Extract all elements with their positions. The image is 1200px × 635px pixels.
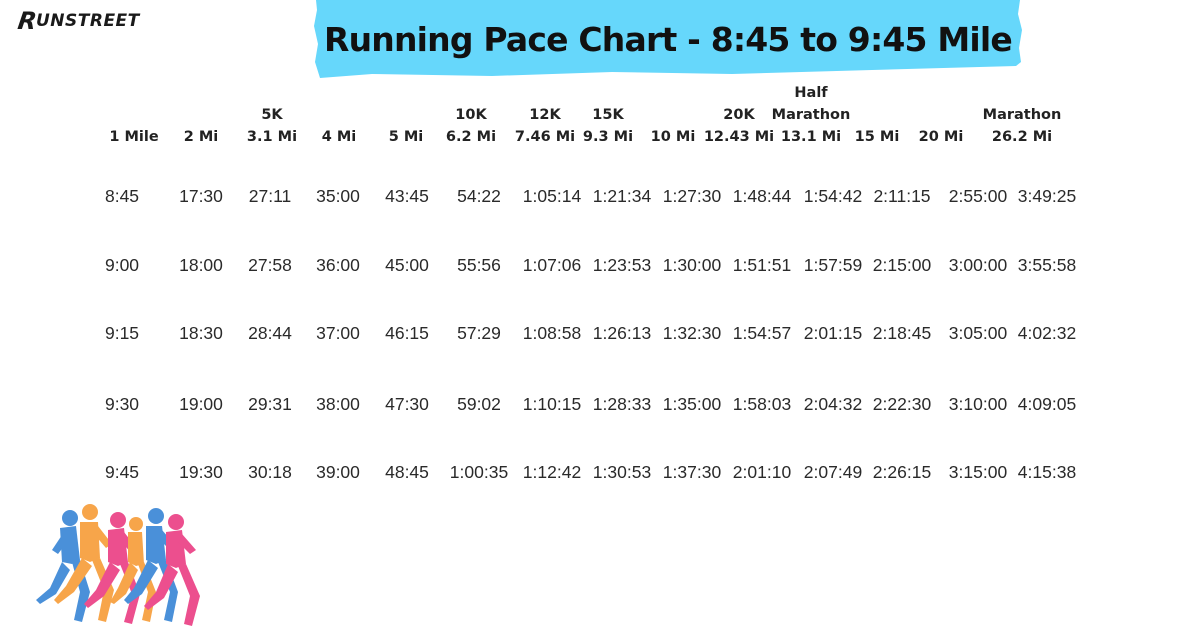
pace-cell-r0-c5: 54:22: [457, 186, 501, 206]
pace-cell-r3-c9: 1:58:03: [732, 394, 792, 414]
pace-cell-r3-c11: 2:22:30: [872, 394, 932, 414]
page-title: Running Pace Chart - 8:45 to 9:45 Mile: [323, 20, 1013, 59]
pace-cell-r3-c13: 4:09:05: [1017, 394, 1077, 414]
pace-cell-r4-c5: 1:00:35: [449, 462, 509, 482]
pace-cell-r0-c7: 1:21:34: [592, 186, 652, 206]
pace-cell-r4-c8: 1:37:30: [662, 462, 722, 482]
pace-cell-r2-c7: 1:26:13: [592, 323, 652, 343]
pace-cell-r2-c5: 57:29: [457, 323, 501, 343]
pace-cell-r3-c2: 29:31: [248, 394, 292, 414]
logo-text: UNSTREET: [35, 11, 140, 31]
pace-cell-r2-c11: 2:18:45: [872, 323, 932, 343]
pace-cell-r4-c2: 30:18: [248, 462, 292, 482]
pace-cell-r1-c2: 27:58: [248, 255, 292, 275]
pace-cell-r2-c12: 3:05:00: [948, 323, 1008, 343]
pace-cell-r4-c4: 48:45: [385, 462, 429, 482]
pace-cell-r0-c1: 17:30: [179, 186, 223, 206]
column-header-10-line-2: 13.1 Mi: [780, 129, 842, 145]
logo-mark: R: [16, 7, 39, 35]
pace-cell-r0-c11: 2:11:15: [873, 186, 931, 206]
pace-cell-r1-c1: 18:00: [179, 255, 223, 275]
column-header-7-line-0: 15K: [592, 107, 624, 123]
pace-cell-r4-c7: 1:30:53: [592, 462, 652, 482]
pace-cell-r3-c12: 3:10:00: [948, 394, 1008, 414]
pace-cell-r1-c11: 2:15:00: [872, 255, 932, 275]
column-header-9-line-0: 20K: [723, 107, 755, 123]
pace-cell-r0-c0: 8:45: [104, 186, 140, 206]
column-header-9-line-1: 12.43 Mi: [703, 129, 775, 145]
pace-cell-r4-c1: 19:30: [179, 462, 223, 482]
pace-cell-r3-c5: 59:02: [457, 394, 501, 414]
pace-cell-r1-c12: 3:00:00: [948, 255, 1008, 275]
pace-cell-r0-c3: 35:00: [316, 186, 360, 206]
pace-cell-r1-c0: 9:00: [104, 255, 140, 275]
pace-cell-r2-c10: 2:01:15: [803, 323, 863, 343]
column-header-8-line-0: 10 Mi: [650, 129, 696, 145]
pace-cell-r0-c4: 43:45: [385, 186, 429, 206]
pace-cell-r3-c7: 1:28:33: [592, 394, 652, 414]
pace-cell-r4-c9: 2:01:10: [732, 462, 792, 482]
column-header-6-line-1: 7.46 Mi: [514, 129, 576, 145]
pace-cell-r0-c8: 1:27:30: [662, 186, 722, 206]
column-header-10-line-1: Marathon: [771, 107, 851, 123]
pace-cell-r2-c4: 46:15: [385, 323, 429, 343]
pace-cell-r1-c13: 3:55:58: [1017, 255, 1077, 275]
pace-cell-r3-c8: 1:35:00: [662, 394, 722, 414]
pace-cell-r4-c12: 3:15:00: [948, 462, 1008, 482]
pace-cell-r1-c6: 1:07:06: [522, 255, 582, 275]
column-header-10-line-0: Half: [794, 85, 828, 101]
column-header-4-line-0: 5 Mi: [388, 129, 424, 145]
pace-cell-r4-c13: 4:15:38: [1017, 462, 1077, 482]
pace-cell-r2-c9: 1:54:57: [732, 323, 792, 343]
pace-cell-r1-c5: 55:56: [457, 255, 501, 275]
column-header-7-line-1: 9.3 Mi: [582, 129, 634, 145]
pace-cell-r3-c0: 9:30: [104, 394, 140, 414]
pace-cell-r2-c1: 18:30: [179, 323, 223, 343]
column-header-2-line-1: 3.1 Mi: [246, 129, 298, 145]
pace-cell-r3-c1: 19:00: [179, 394, 223, 414]
pace-cell-r3-c3: 38:00: [316, 394, 360, 414]
pace-cell-r3-c6: 1:10:15: [522, 394, 582, 414]
column-header-1-line-0: 2 Mi: [183, 129, 219, 145]
pace-cell-r1-c9: 1:51:51: [732, 255, 792, 275]
pace-cell-r4-c0: 9:45: [104, 462, 140, 482]
pace-cell-r2-c13: 4:02:32: [1017, 323, 1077, 343]
pace-cell-r1-c4: 45:00: [385, 255, 429, 275]
column-header-13-line-1: 26.2 Mi: [991, 129, 1053, 145]
pace-cell-r0-c2: 27:11: [248, 186, 292, 206]
pace-cell-r1-c7: 1:23:53: [592, 255, 652, 275]
pace-cell-r3-c10: 2:04:32: [803, 394, 863, 414]
column-header-13-line-0: Marathon: [982, 107, 1062, 123]
pace-cell-r0-c12: 2:55:00: [948, 186, 1008, 206]
pace-cell-r4-c10: 2:07:49: [803, 462, 863, 482]
column-header-2-line-0: 5K: [261, 107, 283, 123]
pace-cell-r0-c13: 3:49:25: [1017, 186, 1077, 206]
column-header-0-line-0: 1 Mile: [109, 129, 159, 145]
pace-cell-r3-c4: 47:30: [385, 394, 429, 414]
pace-cell-r4-c6: 1:12:42: [522, 462, 582, 482]
runstreet-logo: R UNSTREET: [16, 7, 178, 35]
pace-cell-r4-c3: 39:00: [316, 462, 360, 482]
pace-cell-r2-c8: 1:32:30: [662, 323, 722, 343]
column-header-12-line-0: 20 Mi: [918, 129, 964, 145]
pace-cell-r2-c3: 37:00: [316, 323, 360, 343]
pace-cell-r1-c3: 36:00: [316, 255, 360, 275]
pace-cell-r1-c8: 1:30:00: [662, 255, 722, 275]
column-header-3-line-0: 4 Mi: [321, 129, 357, 145]
pace-cell-r0-c6: 1:05:14: [522, 186, 582, 206]
pace-cell-r2-c6: 1:08:58: [522, 323, 582, 343]
runners-group-icon: [14, 500, 204, 630]
pace-cell-r4-c11: 2:26:15: [872, 462, 932, 482]
column-header-5-line-0: 10K: [455, 107, 487, 123]
title-banner: Running Pace Chart - 8:45 to 9:45 Mile: [312, 0, 1024, 82]
pace-cell-r0-c10: 1:54:42: [803, 186, 863, 206]
column-header-6-line-0: 12K: [529, 107, 561, 123]
column-header-5-line-1: 6.2 Mi: [445, 129, 497, 145]
pace-cell-r1-c10: 1:57:59: [803, 255, 863, 275]
column-header-11-line-0: 15 Mi: [854, 129, 900, 145]
pace-cell-r2-c0: 9:15: [104, 323, 140, 343]
pace-cell-r2-c2: 28:44: [248, 323, 292, 343]
pace-cell-r0-c9: 1:48:44: [732, 186, 792, 206]
